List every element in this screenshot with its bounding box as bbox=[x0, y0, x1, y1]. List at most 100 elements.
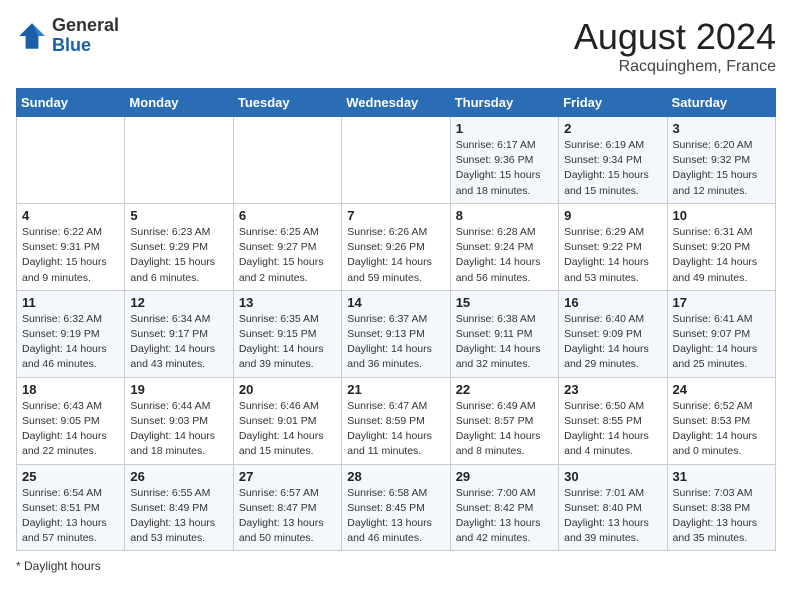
day-detail: Sunrise: 6:32 AM Sunset: 9:19 PM Dayligh… bbox=[22, 312, 119, 373]
day-number: 12 bbox=[130, 295, 227, 310]
day-cell: 27 Sunrise: 6:57 AM Sunset: 8:47 PM Dayli… bbox=[233, 464, 341, 551]
day-cell: 26 Sunrise: 6:55 AM Sunset: 8:49 PM Dayli… bbox=[125, 464, 233, 551]
day-cell: 31 Sunrise: 7:03 AM Sunset: 8:38 PM Dayli… bbox=[667, 464, 775, 551]
logo-icon bbox=[16, 20, 48, 52]
day-detail: Sunrise: 6:47 AM Sunset: 8:59 PM Dayligh… bbox=[347, 399, 444, 460]
day-number: 15 bbox=[456, 295, 553, 310]
day-detail: Sunrise: 6:29 AM Sunset: 9:22 PM Dayligh… bbox=[564, 225, 661, 286]
day-detail: Sunrise: 6:50 AM Sunset: 8:55 PM Dayligh… bbox=[564, 399, 661, 460]
weekday-header-thursday: Thursday bbox=[450, 89, 558, 117]
footer-note: * Daylight hours bbox=[16, 559, 776, 573]
day-cell bbox=[233, 117, 341, 204]
day-detail: Sunrise: 6:46 AM Sunset: 9:01 PM Dayligh… bbox=[239, 399, 336, 460]
day-cell: 12 Sunrise: 6:34 AM Sunset: 9:17 PM Dayli… bbox=[125, 290, 233, 377]
week-row-4: 18 Sunrise: 6:43 AM Sunset: 9:05 PM Dayli… bbox=[17, 377, 776, 464]
day-detail: Sunrise: 6:34 AM Sunset: 9:17 PM Dayligh… bbox=[130, 312, 227, 373]
day-detail: Sunrise: 6:41 AM Sunset: 9:07 PM Dayligh… bbox=[673, 312, 770, 373]
day-detail: Sunrise: 6:22 AM Sunset: 9:31 PM Dayligh… bbox=[22, 225, 119, 286]
weekday-header-friday: Friday bbox=[559, 89, 667, 117]
page-header: General Blue August 2024 Racquinghem, Fr… bbox=[16, 16, 776, 76]
day-cell: 24 Sunrise: 6:52 AM Sunset: 8:53 PM Dayli… bbox=[667, 377, 775, 464]
day-number: 8 bbox=[456, 208, 553, 223]
day-cell bbox=[342, 117, 450, 204]
day-cell: 18 Sunrise: 6:43 AM Sunset: 9:05 PM Dayli… bbox=[17, 377, 125, 464]
day-cell: 21 Sunrise: 6:47 AM Sunset: 8:59 PM Dayli… bbox=[342, 377, 450, 464]
day-number: 10 bbox=[673, 208, 770, 223]
day-number: 26 bbox=[130, 469, 227, 484]
day-number: 20 bbox=[239, 382, 336, 397]
day-cell: 9Sunrise: 6:29 AM Sunset: 9:22 PM Daylig… bbox=[559, 203, 667, 290]
day-detail: Sunrise: 6:49 AM Sunset: 8:57 PM Dayligh… bbox=[456, 399, 553, 460]
day-detail: Sunrise: 7:01 AM Sunset: 8:40 PM Dayligh… bbox=[564, 486, 661, 547]
day-detail: Sunrise: 6:40 AM Sunset: 9:09 PM Dayligh… bbox=[564, 312, 661, 373]
day-cell: 8 Sunrise: 6:28 AM Sunset: 9:24 PM Daylig… bbox=[450, 203, 558, 290]
day-number: 27 bbox=[239, 469, 336, 484]
day-cell: 15 Sunrise: 6:38 AM Sunset: 9:11 PM Dayli… bbox=[450, 290, 558, 377]
day-cell bbox=[17, 117, 125, 204]
day-detail: Sunrise: 6:19 AM Sunset: 9:34 PM Dayligh… bbox=[564, 138, 661, 199]
day-detail: Sunrise: 6:58 AM Sunset: 8:45 PM Dayligh… bbox=[347, 486, 444, 547]
month-year: August 2024 bbox=[574, 16, 776, 58]
day-number: 11 bbox=[22, 295, 119, 310]
weekday-header-tuesday: Tuesday bbox=[233, 89, 341, 117]
day-number: 6 bbox=[239, 208, 336, 223]
day-detail: Sunrise: 6:23 AM Sunset: 9:29 PM Dayligh… bbox=[130, 225, 227, 286]
day-detail: Sunrise: 7:03 AM Sunset: 8:38 PM Dayligh… bbox=[673, 486, 770, 547]
day-detail: Sunrise: 6:28 AM Sunset: 9:24 PM Dayligh… bbox=[456, 225, 553, 286]
day-cell bbox=[125, 117, 233, 204]
day-cell: 2 Sunrise: 6:19 AM Sunset: 9:34 PM Daylig… bbox=[559, 117, 667, 204]
day-detail: Sunrise: 6:17 AM Sunset: 9:36 PM Dayligh… bbox=[456, 138, 553, 199]
day-number: 19 bbox=[130, 382, 227, 397]
location: Racquinghem, France bbox=[574, 58, 776, 76]
day-detail: Sunrise: 6:20 AM Sunset: 9:32 PM Dayligh… bbox=[673, 138, 770, 199]
day-cell: 20 Sunrise: 6:46 AM Sunset: 9:01 PM Dayli… bbox=[233, 377, 341, 464]
day-cell: 29 Sunrise: 7:00 AM Sunset: 8:42 PM Dayli… bbox=[450, 464, 558, 551]
weekday-header-wednesday: Wednesday bbox=[342, 89, 450, 117]
day-number: 3 bbox=[673, 121, 770, 136]
day-cell: 17 Sunrise: 6:41 AM Sunset: 9:07 PM Dayli… bbox=[667, 290, 775, 377]
weekday-header-sunday: Sunday bbox=[17, 89, 125, 117]
day-detail: Sunrise: 6:38 AM Sunset: 9:11 PM Dayligh… bbox=[456, 312, 553, 373]
day-number: 18 bbox=[22, 382, 119, 397]
day-detail: Sunrise: 6:52 AM Sunset: 8:53 PM Dayligh… bbox=[673, 399, 770, 460]
day-cell: 3 Sunrise: 6:20 AM Sunset: 9:32 PM Daylig… bbox=[667, 117, 775, 204]
day-cell: 5 Sunrise: 6:23 AM Sunset: 9:29 PM Daylig… bbox=[125, 203, 233, 290]
day-detail: Sunrise: 6:54 AM Sunset: 8:51 PM Dayligh… bbox=[22, 486, 119, 547]
day-number: 5 bbox=[130, 208, 227, 223]
day-detail: Sunrise: 6:43 AM Sunset: 9:05 PM Dayligh… bbox=[22, 399, 119, 460]
calendar-table: SundayMondayTuesdayWednesdayThursdayFrid… bbox=[16, 88, 776, 551]
day-number: 21 bbox=[347, 382, 444, 397]
day-number: 29 bbox=[456, 469, 553, 484]
day-cell: 14 Sunrise: 6:37 AM Sunset: 9:13 PM Dayli… bbox=[342, 290, 450, 377]
day-cell: 25Sunrise: 6:54 AM Sunset: 8:51 PM Dayli… bbox=[17, 464, 125, 551]
weekday-header-monday: Monday bbox=[125, 89, 233, 117]
day-cell: 23Sunrise: 6:50 AM Sunset: 8:55 PM Dayli… bbox=[559, 377, 667, 464]
day-cell: 30Sunrise: 7:01 AM Sunset: 8:40 PM Dayli… bbox=[559, 464, 667, 551]
day-number: 22 bbox=[456, 382, 553, 397]
title-block: August 2024 Racquinghem, France bbox=[574, 16, 776, 76]
week-row-3: 11 Sunrise: 6:32 AM Sunset: 9:19 PM Dayli… bbox=[17, 290, 776, 377]
day-number: 1 bbox=[456, 121, 553, 136]
day-number: 17 bbox=[673, 295, 770, 310]
day-number: 14 bbox=[347, 295, 444, 310]
weekday-header-row: SundayMondayTuesdayWednesdayThursdayFrid… bbox=[17, 89, 776, 117]
weekday-header-saturday: Saturday bbox=[667, 89, 775, 117]
day-number: 16 bbox=[564, 295, 661, 310]
day-detail: Sunrise: 6:55 AM Sunset: 8:49 PM Dayligh… bbox=[130, 486, 227, 547]
day-cell: 1 Sunrise: 6:17 AM Sunset: 9:36 PM Daylig… bbox=[450, 117, 558, 204]
week-row-2: 4Sunrise: 6:22 AM Sunset: 9:31 PM Daylig… bbox=[17, 203, 776, 290]
day-detail: Sunrise: 6:31 AM Sunset: 9:20 PM Dayligh… bbox=[673, 225, 770, 286]
day-cell: 4Sunrise: 6:22 AM Sunset: 9:31 PM Daylig… bbox=[17, 203, 125, 290]
day-number: 28 bbox=[347, 469, 444, 484]
logo-text: General Blue bbox=[52, 16, 119, 56]
day-detail: Sunrise: 6:57 AM Sunset: 8:47 PM Dayligh… bbox=[239, 486, 336, 547]
day-cell: 13Sunrise: 6:35 AM Sunset: 9:15 PM Dayli… bbox=[233, 290, 341, 377]
day-number: 2 bbox=[564, 121, 661, 136]
day-number: 24 bbox=[673, 382, 770, 397]
day-cell: 19Sunrise: 6:44 AM Sunset: 9:03 PM Dayli… bbox=[125, 377, 233, 464]
day-number: 13 bbox=[239, 295, 336, 310]
day-cell: 7Sunrise: 6:26 AM Sunset: 9:26 PM Daylig… bbox=[342, 203, 450, 290]
day-number: 31 bbox=[673, 469, 770, 484]
day-detail: Sunrise: 6:37 AM Sunset: 9:13 PM Dayligh… bbox=[347, 312, 444, 373]
day-detail: Sunrise: 7:00 AM Sunset: 8:42 PM Dayligh… bbox=[456, 486, 553, 547]
